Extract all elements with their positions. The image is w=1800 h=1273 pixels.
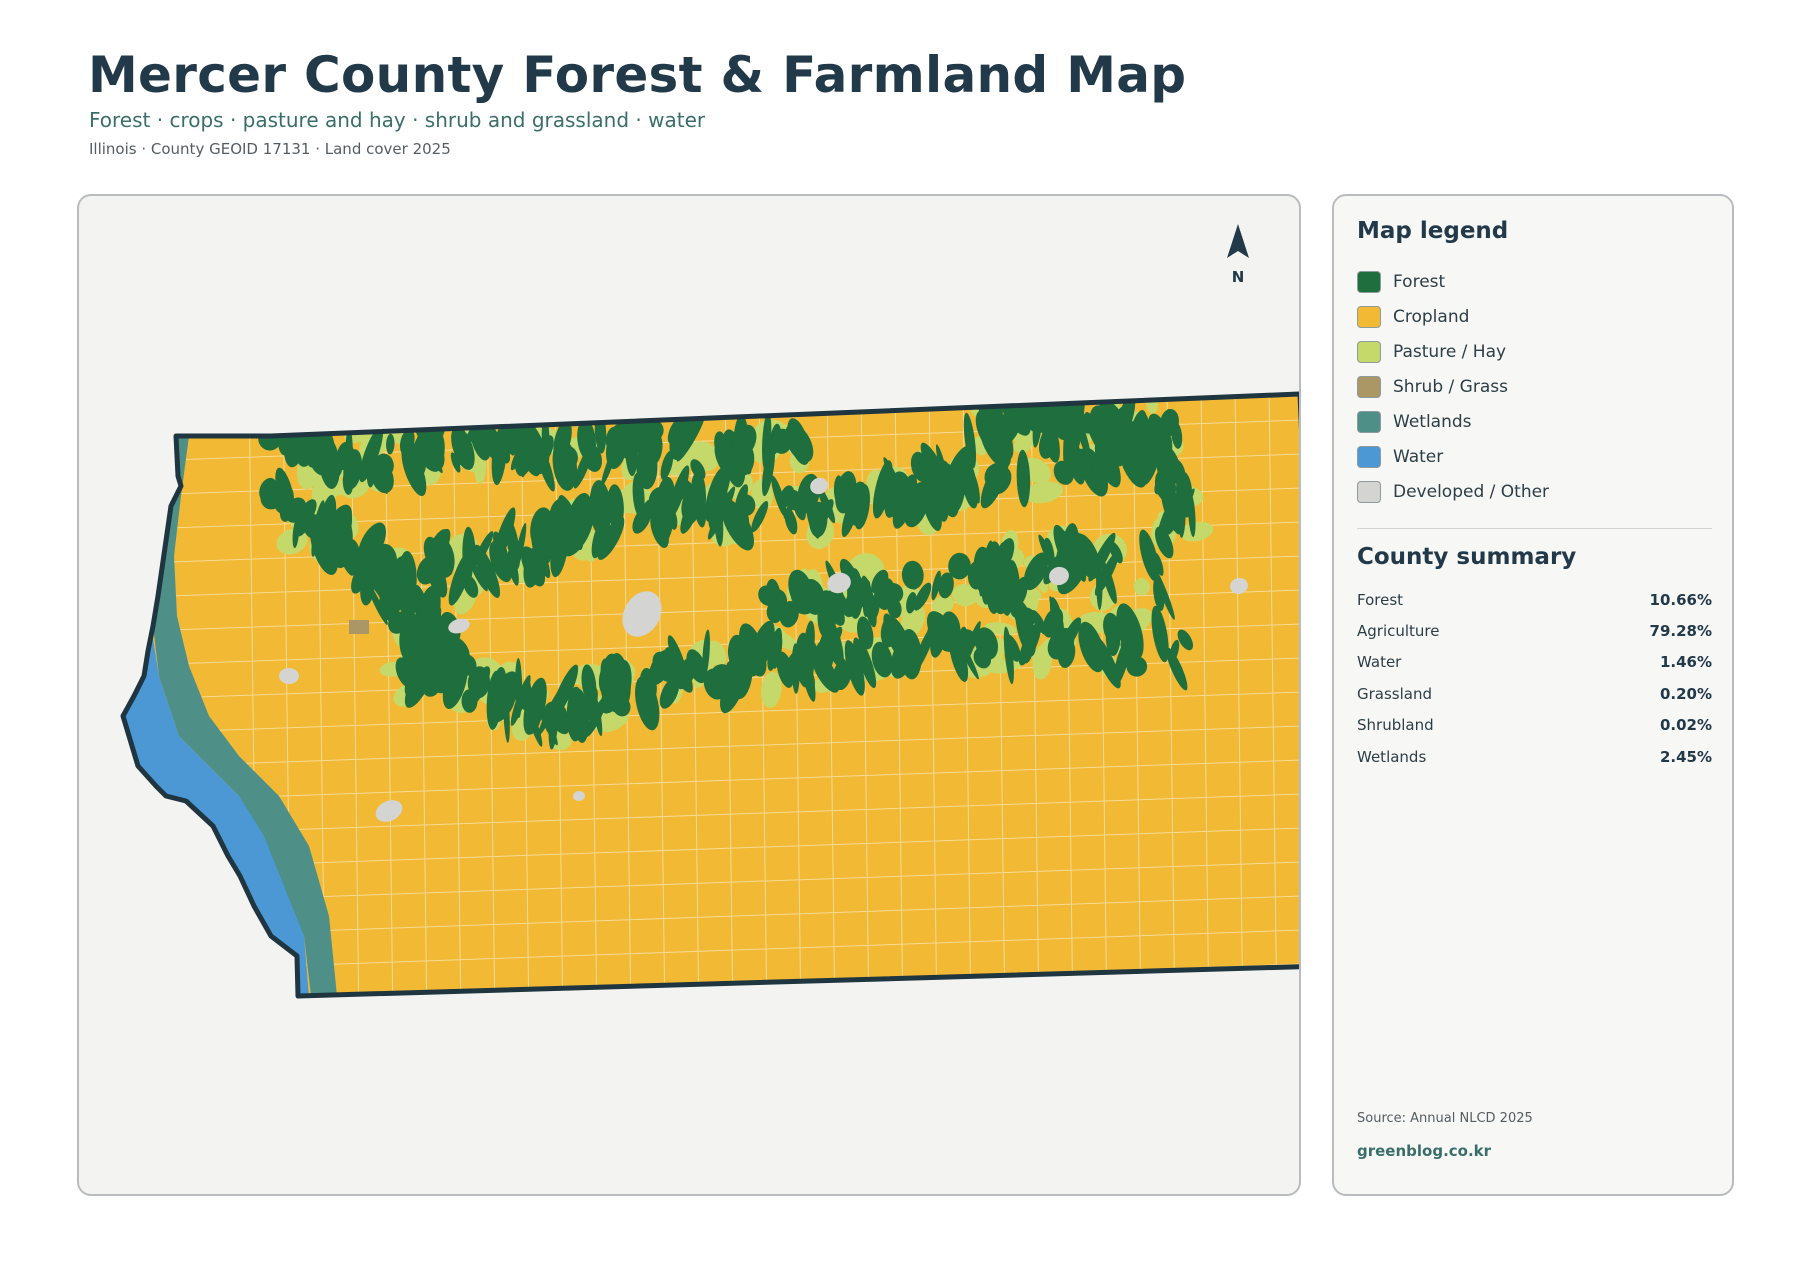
- summary-label: Grassland: [1357, 684, 1432, 703]
- shrub-patch: [349, 620, 369, 634]
- page-subtitle: Forest · crops · pasture and hay · shrub…: [89, 108, 706, 132]
- panel-divider: [1357, 528, 1712, 529]
- summary-row-wetlands: Wetlands 2.45%: [1357, 741, 1712, 772]
- summary-label: Agriculture: [1357, 622, 1440, 641]
- legend-title: Map legend: [1357, 218, 1509, 244]
- summary-label: Wetlands: [1357, 747, 1427, 766]
- legend-item-developed: Developed / Other: [1357, 474, 1712, 509]
- page-meta: Illinois · County GEOID 17131 · Land cov…: [89, 140, 451, 158]
- legend-label: Cropland: [1393, 306, 1470, 327]
- summary-value: 0.02%: [1659, 716, 1712, 735]
- legend-item-wetlands: Wetlands: [1357, 404, 1712, 439]
- legend-item-pasture: Pasture / Hay: [1357, 334, 1712, 369]
- summary-value: 1.46%: [1659, 653, 1712, 672]
- summary-value: 0.20%: [1659, 684, 1712, 703]
- north-label: N: [1231, 268, 1245, 286]
- legend-label: Forest: [1393, 271, 1446, 292]
- county-land-cover: [123, 366, 1299, 996]
- summary-title: County summary: [1357, 544, 1577, 570]
- legend-swatch: [1357, 340, 1381, 363]
- map-panel[interactable]: [77, 194, 1301, 1196]
- legend-label: Pasture / Hay: [1393, 341, 1507, 362]
- data-source: Source: Annual NLCD 2025: [1357, 1111, 1533, 1126]
- legend-label: Shrub / Grass: [1393, 376, 1508, 397]
- legend-item-cropland: Cropland: [1357, 299, 1712, 334]
- summary-row-grassland: Grassland 0.20%: [1357, 678, 1712, 709]
- pasture-patch: [264, 394, 289, 430]
- legend-panel: Map legend Forest Cropland Pasture / Hay…: [1332, 194, 1734, 1196]
- legend-label: Wetlands: [1393, 411, 1472, 432]
- legend-item-shrub: Shrub / Grass: [1357, 369, 1712, 404]
- legend-swatch: [1357, 270, 1381, 293]
- summary-label: Forest: [1357, 590, 1404, 609]
- developed-patch: [966, 366, 992, 387]
- summary-row-shrubland: Shrubland 0.02%: [1357, 710, 1712, 741]
- summary-value: 2.45%: [1659, 747, 1712, 766]
- legend-swatch: [1357, 375, 1381, 398]
- summary-label: Water: [1357, 653, 1402, 672]
- site-link[interactable]: greenblog.co.kr: [1357, 1142, 1491, 1160]
- summary-value: 79.28%: [1649, 622, 1712, 641]
- legend-swatch: [1357, 410, 1381, 433]
- summary-row-water: Water 1.46%: [1357, 647, 1712, 678]
- legend-swatch: [1357, 445, 1381, 468]
- page-title: Mercer County Forest & Farmland Map: [88, 46, 1187, 104]
- summary-row-agriculture: Agriculture 79.28%: [1357, 615, 1712, 646]
- legend-label: Developed / Other: [1393, 481, 1550, 502]
- pasture-patch: [998, 394, 1034, 396]
- legend-swatch: [1357, 480, 1381, 503]
- legend-list: Forest Cropland Pasture / Hay Shrub / Gr…: [1357, 264, 1712, 509]
- summary-value: 10.66%: [1649, 590, 1712, 609]
- legend-item-forest: Forest: [1357, 264, 1712, 299]
- north-arrow-icon: [1227, 224, 1249, 258]
- land-cover-map[interactable]: [79, 196, 1301, 1196]
- legend-swatch: [1357, 305, 1381, 328]
- summary-label: Shrubland: [1357, 716, 1434, 735]
- county-summary: Forest 10.66% Agriculture 79.28% Water 1.46…: [1357, 584, 1712, 772]
- legend-label: Water: [1393, 446, 1444, 467]
- summary-row-forest: Forest 10.66%: [1357, 584, 1712, 615]
- north-arrow: N: [1218, 222, 1258, 286]
- legend-item-water: Water: [1357, 439, 1712, 474]
